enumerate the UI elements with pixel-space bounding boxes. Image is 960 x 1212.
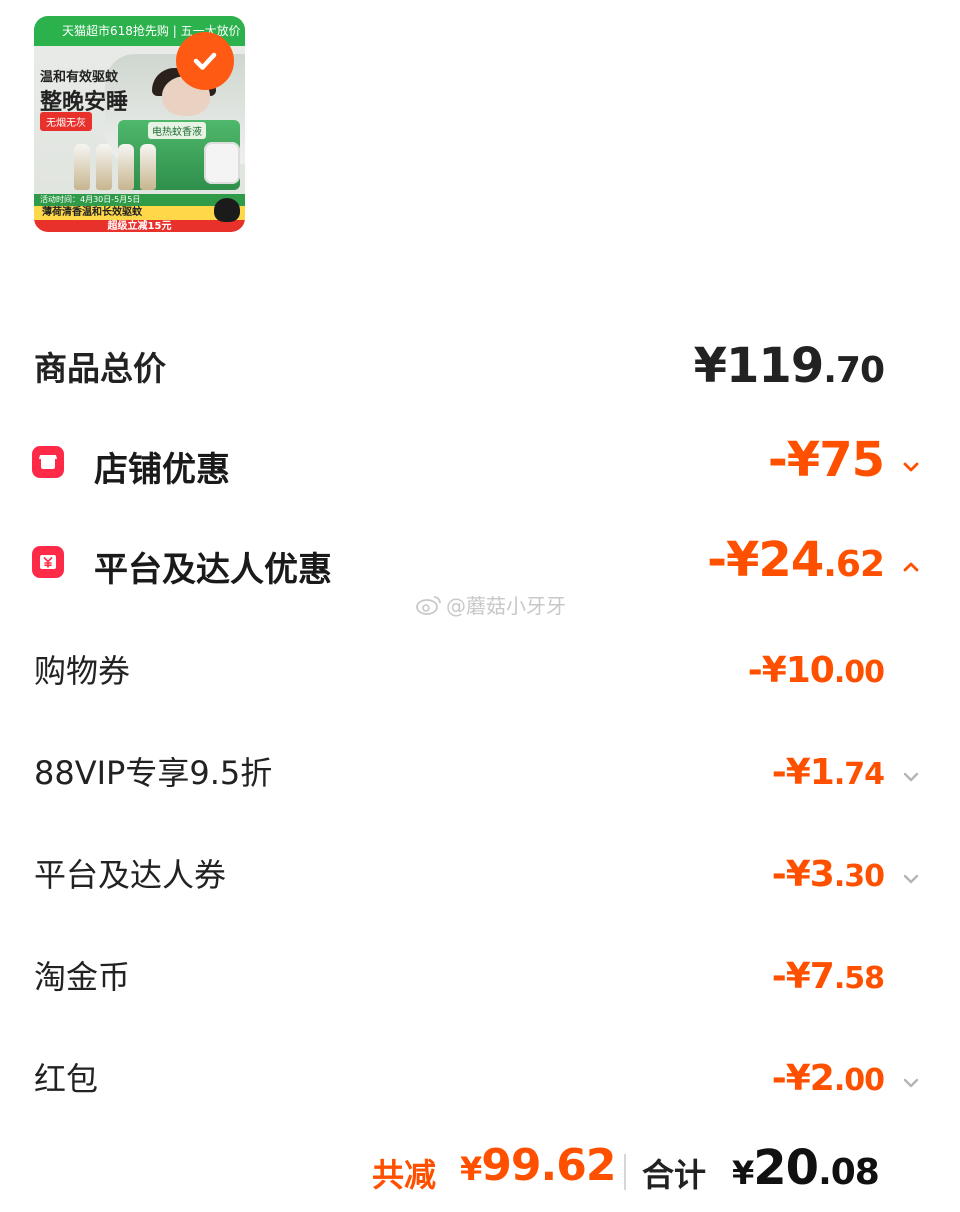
- amount-decimal: .30: [833, 859, 885, 894]
- detail-label: 购物券: [34, 652, 131, 690]
- amount-decimal: .70: [823, 350, 885, 391]
- amount-decimal: .58: [833, 961, 885, 996]
- watermark: @蘑菇小牙牙: [416, 590, 566, 619]
- goods-total-amount: ¥119.70: [693, 338, 885, 394]
- amount-decimal: .00: [833, 655, 885, 690]
- amount-value: 99.62: [481, 1140, 616, 1191]
- amount-integer: -¥3: [771, 854, 835, 895]
- currency-symbol: ¥: [460, 1150, 482, 1188]
- chevron-down-icon[interactable]: [898, 764, 924, 790]
- total-saved-label: 共减: [372, 1156, 437, 1194]
- store-discount-row[interactable]: 店铺优惠 -¥75: [0, 432, 960, 496]
- tmall-cat-icon: [214, 198, 240, 222]
- grand-total-amount: ¥20.08: [732, 1140, 880, 1196]
- store-discount-amount: -¥75: [767, 432, 885, 488]
- detail-amount: -¥1.74: [771, 752, 885, 793]
- refill-bottle-graphic: [118, 144, 134, 190]
- detail-row-platform-coupon[interactable]: 平台及达人券 -¥3.30: [0, 848, 960, 908]
- refill-bottle-graphic: [140, 144, 156, 190]
- amount-integer: -¥10: [747, 650, 835, 691]
- heater-device-graphic: [204, 142, 240, 184]
- chevron-down-icon[interactable]: [898, 1070, 924, 1096]
- discount-bar: 超级立减15元: [34, 220, 245, 232]
- chevron-up-icon[interactable]: [898, 554, 924, 580]
- order-total-bar: 共减 ¥99.62 合计 ¥20.08: [0, 1140, 960, 1204]
- detail-row-88vip[interactable]: 88VIP专享9.5折 -¥1.74: [0, 746, 960, 806]
- refill-bottle-graphic: [74, 144, 90, 190]
- store-icon: [32, 446, 64, 478]
- detail-amount: -¥7.58: [771, 956, 885, 997]
- product-box-label: 电热蚊香液: [148, 122, 206, 139]
- detail-label: 88VIP专享9.5折: [34, 754, 273, 792]
- platform-discount-amount: -¥24.62: [707, 532, 885, 588]
- detail-row-shopping-coupon: 购物券 -¥10.00: [0, 644, 960, 704]
- minus-sign: -: [767, 432, 788, 488]
- amount-integer: 119: [726, 338, 824, 394]
- divider: [624, 1154, 626, 1190]
- watermark-text: @蘑菇小牙牙: [446, 594, 566, 618]
- total-saved-amount: ¥99.62: [460, 1140, 616, 1191]
- amount-integer: -¥7: [771, 956, 835, 997]
- selected-check-icon[interactable]: [176, 32, 234, 90]
- promo-time-strip: 活动时间：4月30日-5月5日: [34, 194, 245, 206]
- currency-symbol: ¥: [732, 1154, 754, 1192]
- amount-decimal: .74: [833, 757, 885, 792]
- currency-symbol: ¥: [693, 338, 727, 394]
- platform-discount-row[interactable]: 平台及达人优惠 -¥24.62: [0, 532, 960, 596]
- currency-symbol: ¥: [726, 532, 759, 588]
- detail-row-red-packet[interactable]: 红包 -¥2.00: [0, 1052, 960, 1112]
- detail-label: 平台及达人券: [34, 856, 227, 894]
- product-tag: 无烟无灰: [40, 112, 92, 131]
- weibo-logo-icon: [416, 595, 441, 615]
- currency-symbol: ¥: [786, 432, 820, 488]
- coupon-yen-icon: [32, 546, 64, 578]
- chevron-down-icon[interactable]: [898, 454, 924, 480]
- amount-integer: 75: [819, 432, 885, 488]
- amount-decimal: .00: [833, 1063, 885, 1098]
- detail-amount: -¥10.00: [747, 650, 885, 691]
- detail-row-taojinbi: 淘金币 -¥7.58: [0, 950, 960, 1010]
- amount-integer: 24: [758, 532, 824, 588]
- amount-integer: 20: [753, 1140, 819, 1196]
- amount-integer: -¥1: [771, 752, 835, 793]
- chevron-down-icon[interactable]: [898, 866, 924, 892]
- detail-amount: -¥3.30: [771, 854, 885, 895]
- amount-integer: -¥2: [771, 1058, 835, 1099]
- detail-label: 淘金币: [34, 958, 131, 996]
- store-discount-label: 店铺优惠: [94, 450, 230, 490]
- detail-label: 红包: [34, 1060, 99, 1098]
- detail-amount: -¥2.00: [771, 1058, 885, 1099]
- grand-total-label: 合计: [642, 1156, 707, 1194]
- goods-total-label: 商品总价: [34, 349, 166, 388]
- minus-sign: -: [707, 532, 727, 588]
- platform-discount-label: 平台及达人优惠: [94, 550, 332, 590]
- amount-decimal: .08: [818, 1152, 880, 1193]
- refill-bottle-graphic: [96, 144, 112, 190]
- goods-total-row: 商品总价 ¥119.70: [0, 338, 960, 398]
- product-headline: 温和有效驱蚊: [40, 70, 119, 85]
- amount-decimal: .62: [823, 544, 885, 585]
